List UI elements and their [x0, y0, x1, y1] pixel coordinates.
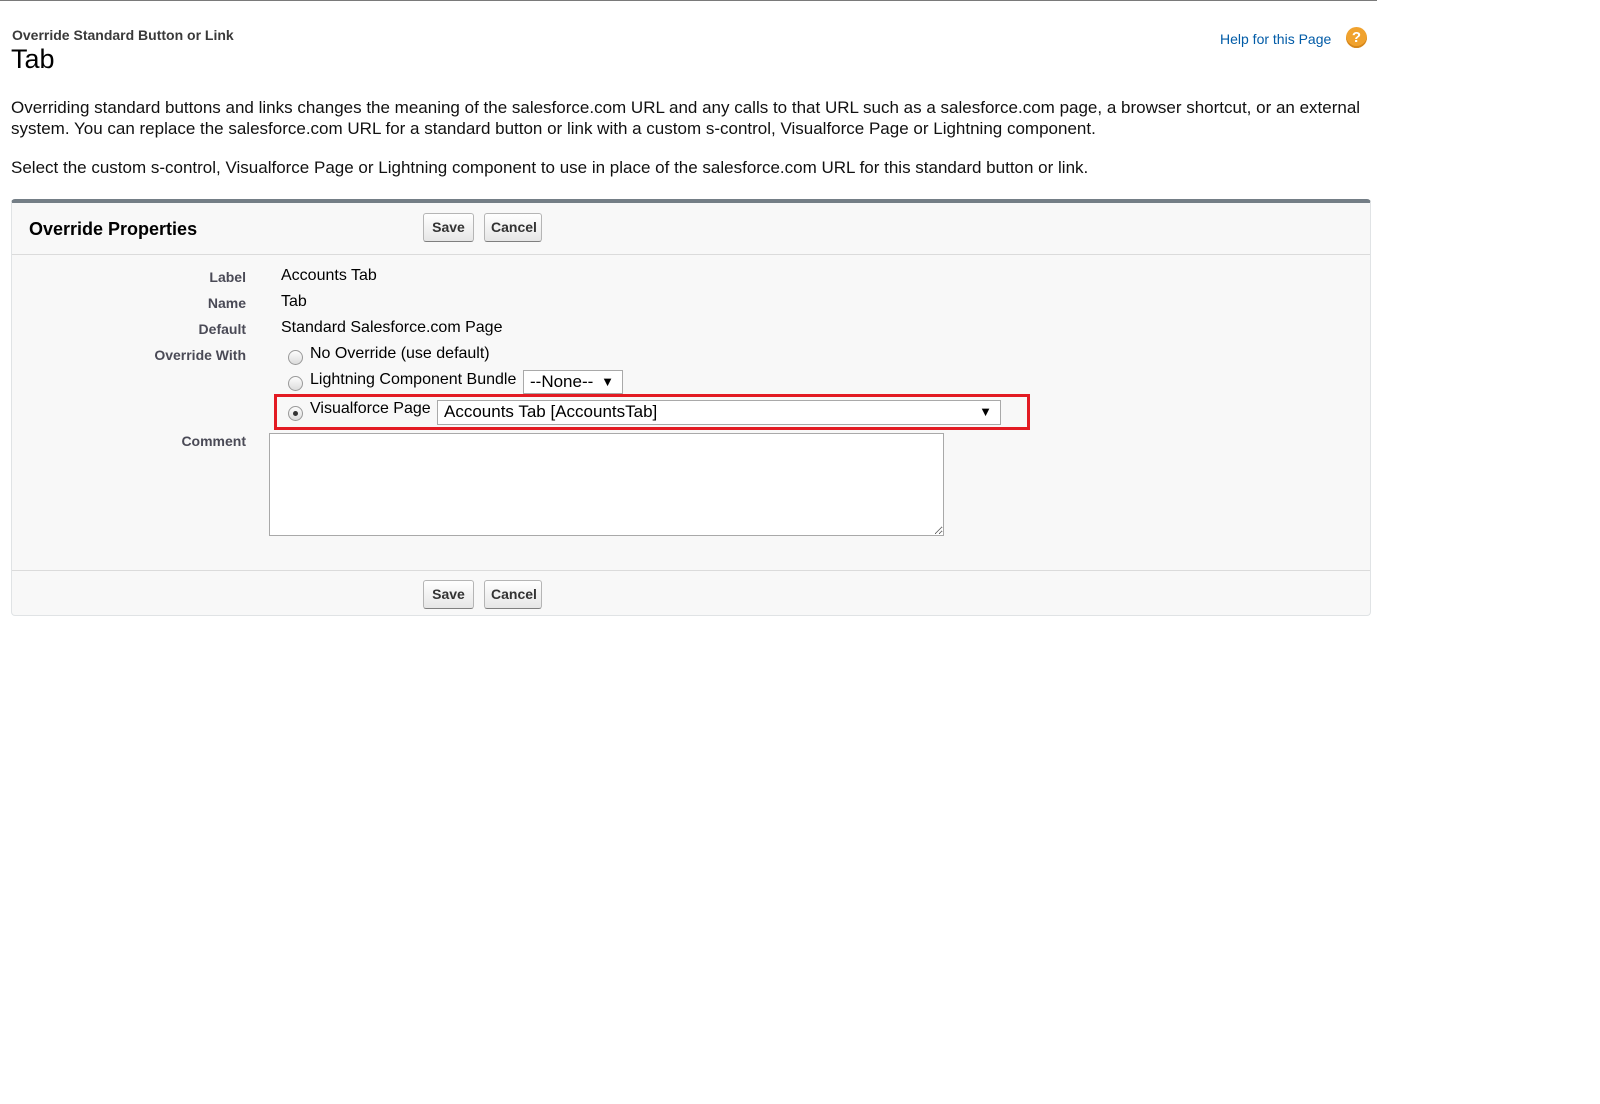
label-field-label: Label	[209, 269, 246, 285]
cancel-button-bottom[interactable]: Cancel	[484, 580, 542, 609]
help-link[interactable]: Help for this Page	[1220, 31, 1331, 47]
default-field-value: Standard Salesforce.com Page	[281, 319, 503, 336]
lightning-component-select[interactable]: --None-- ▼	[523, 370, 623, 394]
lightning-component-radio[interactable]	[288, 376, 303, 391]
no-override-radio[interactable]	[288, 350, 303, 365]
top-divider	[0, 0, 1377, 1]
no-override-label[interactable]: No Override (use default)	[310, 345, 490, 363]
description-paragraph-1: Overriding standard buttons and links ch…	[11, 98, 1361, 138]
description-paragraph-2: Select the custom s-control, Visualforce…	[11, 158, 1089, 177]
name-field-label: Name	[207, 295, 246, 311]
lightning-component-label[interactable]: Lightning Component Bundle	[310, 371, 516, 389]
help-circle-icon[interactable]: ?	[1346, 27, 1367, 48]
save-button-bottom[interactable]: Save	[423, 580, 474, 609]
page-subtitle: Override Standard Button or Link	[12, 27, 234, 43]
default-field-label: Default	[198, 321, 246, 337]
caret-down-icon: ▼	[601, 374, 614, 389]
comment-textarea[interactable]	[269, 433, 944, 536]
panel-title: Override Properties	[29, 219, 198, 239]
panel-header: Override Properties Save Cancel	[12, 203, 1370, 255]
comment-label: Comment	[181, 433, 246, 449]
cancel-button-top[interactable]: Cancel	[484, 213, 542, 242]
save-button-top[interactable]: Save	[423, 213, 474, 242]
panel-footer-divider	[12, 570, 1370, 571]
name-field-value: Tab	[281, 293, 307, 310]
label-field-value: Accounts Tab	[281, 267, 377, 284]
lightning-component-selected: --None--	[530, 372, 594, 391]
visualforce-highlight-box	[274, 394, 1030, 430]
override-with-label: Override With	[154, 347, 246, 363]
page-title: Tab	[11, 44, 55, 74]
